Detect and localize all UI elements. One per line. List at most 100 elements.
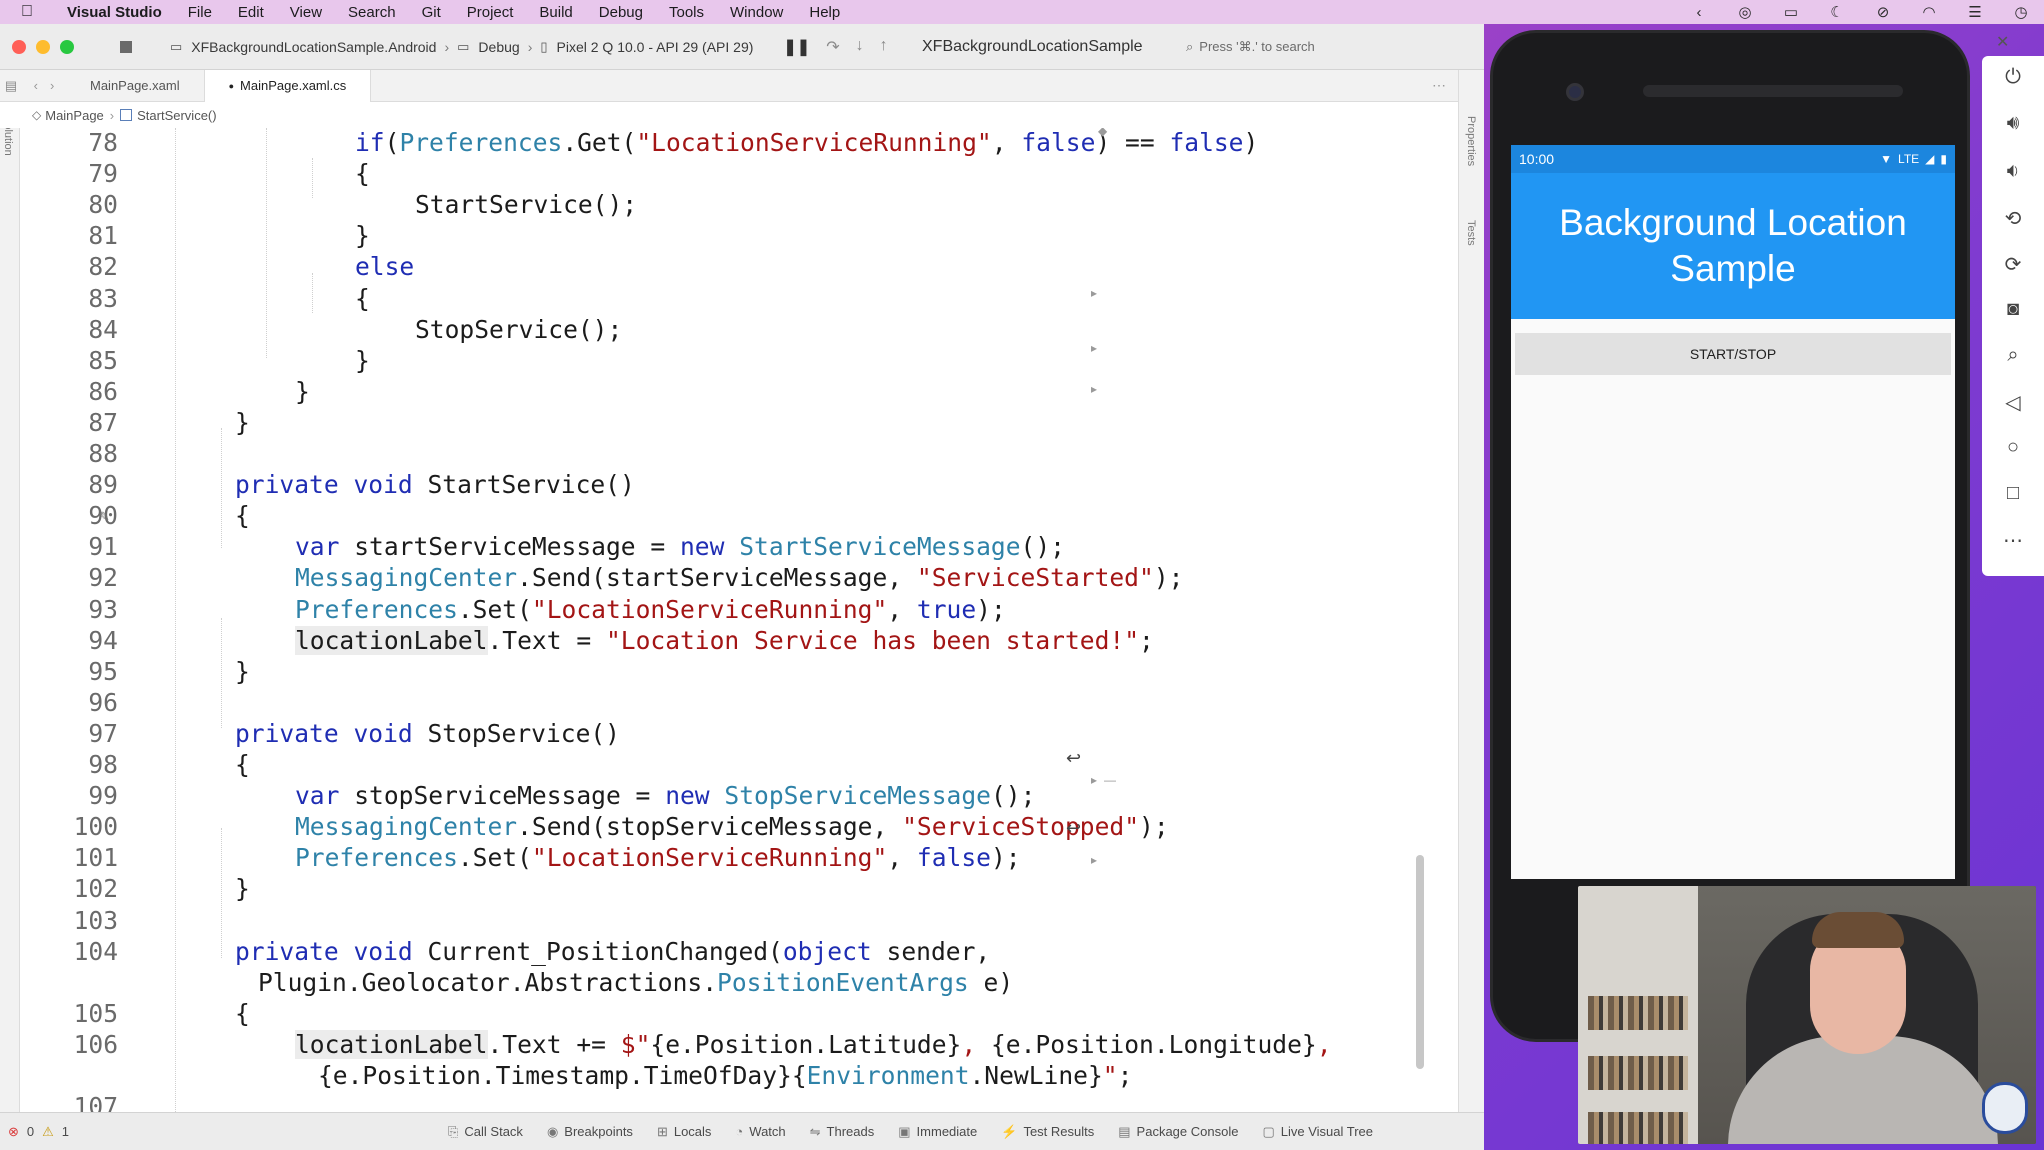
- close-window-button[interactable]: [12, 39, 26, 54]
- code-line[interactable]: 82 else: [20, 251, 1458, 282]
- more-tabs-icon[interactable]: ⋯: [1432, 77, 1446, 94]
- code-line[interactable]: 79 {: [20, 158, 1458, 189]
- pad-immediate[interactable]: ▣ Immediate: [898, 1124, 977, 1140]
- code-line[interactable]: 105 {: [20, 998, 1458, 1029]
- code-line[interactable]: 95}: [20, 656, 1458, 687]
- pad-locals[interactable]: ⊞ Locals: [657, 1124, 711, 1140]
- overview-icon[interactable]: □: [1982, 482, 2044, 505]
- code-line[interactable]: 106 locationLabel.Text += $"{e.Position.L…: [20, 1029, 1458, 1060]
- close-emulator-icon[interactable]: ✕: [1996, 32, 2009, 52]
- tab-mainpage-xaml-cs[interactable]: ● MainPage.xaml.cs: [204, 69, 372, 102]
- zoom-icon[interactable]: ⌕: [1982, 344, 2044, 367]
- pad-test-results[interactable]: ⚡ Test Results: [1001, 1124, 1094, 1140]
- step-into-icon[interactable]: ↓: [856, 37, 864, 57]
- error-warning-counter[interactable]: ⊗ 0 ⚠ 1: [8, 1124, 69, 1140]
- menu-debug[interactable]: Debug: [586, 4, 656, 21]
- device-selector[interactable]: Pixel 2 Q 10.0 - API 29 (API 29): [557, 39, 754, 55]
- code-line[interactable]: 94 locationLabel.Text = "Location Service…: [20, 625, 1458, 656]
- menu-file[interactable]: File: [175, 4, 225, 21]
- emulator-screen[interactable]: 10:00 ▼ LTE ◢ ▮ Background Location Samp…: [1511, 145, 1955, 879]
- search-field[interactable]: ⌕ Press '⌘.' to search: [1186, 36, 1466, 58]
- menu-search[interactable]: Search: [335, 4, 409, 21]
- stop-debug-icon[interactable]: [120, 40, 132, 53]
- apple-logo-icon[interactable]: : [0, 3, 54, 21]
- code-line[interactable]: 86}: [20, 376, 1458, 407]
- fold-marker-icon[interactable]: ▸: [1091, 853, 1097, 867]
- vpn-icon[interactable]: ◎: [1722, 3, 1768, 21]
- menu-help[interactable]: Help: [796, 4, 853, 21]
- code-line[interactable]: 101 Preferences.Set("LocationServiceRunni…: [20, 842, 1458, 873]
- fold-marker-icon[interactable]: ▸: [1091, 341, 1097, 355]
- fold-marker-icon[interactable]: ▸: [1091, 382, 1097, 396]
- code-line[interactable]: 81}: [20, 220, 1458, 251]
- code-line[interactable]: {e.Position.Timestamp.TimeOfDay}{Environ…: [20, 1060, 1458, 1091]
- menu-build[interactable]: Build: [526, 4, 585, 21]
- menu-edit[interactable]: Edit: [225, 4, 277, 21]
- editor-scrollbar[interactable]: [1416, 855, 1424, 1069]
- code-editor[interactable]: 78 if(Preferences.Get("LocationServiceRun…: [20, 128, 1458, 1112]
- rotate-left-icon[interactable]: ⟲: [1982, 206, 2044, 231]
- power-icon[interactable]: ⏻: [1982, 66, 2044, 89]
- start-stop-button[interactable]: START/STOP: [1515, 333, 1951, 375]
- code-line[interactable]: 80 StartService();: [20, 189, 1458, 220]
- code-line[interactable]: 104 private void Current_PositionChanged(…: [20, 936, 1458, 967]
- menu-tools[interactable]: Tools: [656, 4, 717, 21]
- code-line[interactable]: 83 {: [20, 283, 1458, 314]
- chevron-left-icon[interactable]: ‹: [1676, 4, 1722, 21]
- pad-live-visual-tree[interactable]: ▢ Live Visual Tree: [1262, 1124, 1373, 1140]
- breadcrumb-member[interactable]: StartService(): [137, 108, 216, 123]
- menu-project[interactable]: Project: [454, 4, 527, 21]
- screenshot-icon[interactable]: ◙: [1982, 298, 2044, 321]
- code-line[interactable]: 90{: [20, 500, 1458, 531]
- pad-breakpoints[interactable]: ◉ Breakpoints: [547, 1124, 633, 1140]
- breadcrumb-class[interactable]: MainPage: [45, 108, 104, 123]
- pad-call-stack[interactable]: ⎘ Call Stack: [448, 1124, 523, 1140]
- app-menu[interactable]: Visual Studio: [54, 4, 175, 21]
- code-line[interactable]: 103: [20, 905, 1458, 936]
- code-line[interactable]: 96: [20, 687, 1458, 718]
- fold-marker-icon[interactable]: ▸: [1091, 286, 1097, 300]
- code-line[interactable]: 97 private void StopService(): [20, 718, 1458, 749]
- tab-mainpage-xaml[interactable]: MainPage.xaml: [66, 69, 205, 102]
- back-icon[interactable]: ‹: [34, 78, 38, 93]
- forward-icon[interactable]: ›: [50, 78, 54, 93]
- code-line[interactable]: 85}: [20, 345, 1458, 376]
- wifi-icon[interactable]: ◠: [1906, 3, 1952, 21]
- solution-pad-icon[interactable]: ▤: [0, 78, 22, 94]
- minimize-window-button[interactable]: [36, 39, 50, 54]
- battery-icon[interactable]: ▭: [1768, 3, 1814, 21]
- code-line[interactable]: 91 var startServiceMessage = new StartSer…: [20, 531, 1458, 562]
- code-line[interactable]: Plugin.Geolocator.Abstractions.PositionE…: [20, 967, 1458, 998]
- code-line[interactable]: 99 var stopServiceMessage = new StopServi…: [20, 780, 1458, 811]
- tests-pad-label[interactable]: Tests: [1465, 220, 1477, 246]
- menu-git[interactable]: Git: [409, 4, 454, 21]
- code-line[interactable]: 102}: [20, 873, 1458, 904]
- code-line[interactable]: 87}: [20, 407, 1458, 438]
- code-line[interactable]: 78 if(Preferences.Get("LocationServiceRun…: [20, 128, 1458, 158]
- step-over-icon[interactable]: ↷: [826, 37, 839, 57]
- code-line[interactable]: 107: [20, 1091, 1458, 1112]
- code-line[interactable]: 88: [20, 438, 1458, 469]
- configuration-selector[interactable]: Debug: [478, 39, 519, 55]
- rotate-right-icon[interactable]: ⟳: [1982, 252, 2044, 277]
- project-selector[interactable]: XFBackgroundLocationSample.Android: [191, 39, 436, 55]
- home-icon[interactable]: ○: [1982, 436, 2044, 459]
- do-not-disturb-icon[interactable]: ☾: [1814, 3, 1860, 21]
- code-line[interactable]: 84 StopService();: [20, 314, 1458, 345]
- code-line[interactable]: 100 MessagingCenter.Send(stopServiceMessa…: [20, 811, 1458, 842]
- pad-package-console[interactable]: ▤ Package Console: [1118, 1124, 1238, 1140]
- menu-view[interactable]: View: [277, 4, 335, 21]
- code-line[interactable]: 93 Preferences.Set("LocationServiceRunnin…: [20, 594, 1458, 625]
- pad-watch[interactable]: ◔ Watch: [735, 1124, 785, 1139]
- properties-pad-label[interactable]: Properties: [1465, 116, 1477, 166]
- clock-icon[interactable]: ◷: [1998, 3, 2044, 21]
- pad-threads[interactable]: ⇋ Threads: [810, 1124, 875, 1140]
- volume-down-icon[interactable]: 🔉︎: [1982, 160, 2044, 183]
- volume-up-icon[interactable]: 🔊︎: [1982, 112, 2044, 135]
- control-center-icon[interactable]: ☰: [1952, 3, 1998, 21]
- mute-icon[interactable]: ⊘: [1860, 3, 1906, 21]
- step-out-icon[interactable]: ↑: [880, 37, 888, 57]
- code-line[interactable]: 92 MessagingCenter.Send(startServiceMessa…: [20, 562, 1458, 593]
- maximize-window-button[interactable]: [60, 39, 74, 54]
- back-icon[interactable]: ◁: [1982, 390, 2044, 415]
